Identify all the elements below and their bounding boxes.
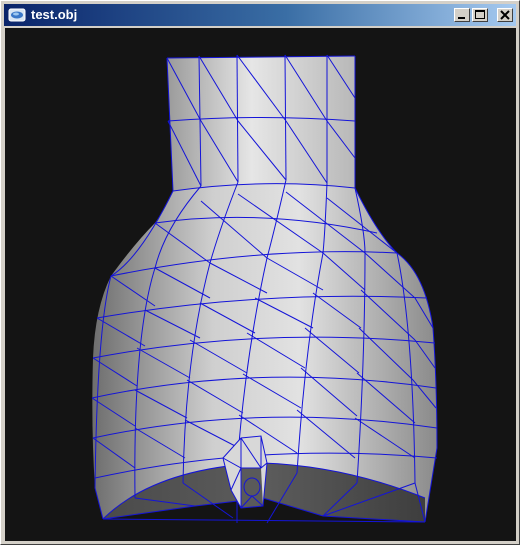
title-bar[interactable]: test.obj: [4, 4, 516, 26]
minimize-button[interactable]: [454, 8, 470, 22]
window-title: test.obj: [31, 7, 78, 22]
mesh-render[interactable]: [5, 28, 516, 541]
minimize-icon: [458, 17, 465, 19]
3d-viewport[interactable]: [5, 28, 516, 541]
close-button[interactable]: [497, 8, 513, 22]
maximize-icon: [475, 10, 485, 19]
obj-viewer-icon[interactable]: [8, 7, 26, 23]
maximize-button[interactable]: [472, 8, 488, 22]
close-icon: [500, 10, 510, 20]
app-window: test.obj: [0, 0, 520, 545]
